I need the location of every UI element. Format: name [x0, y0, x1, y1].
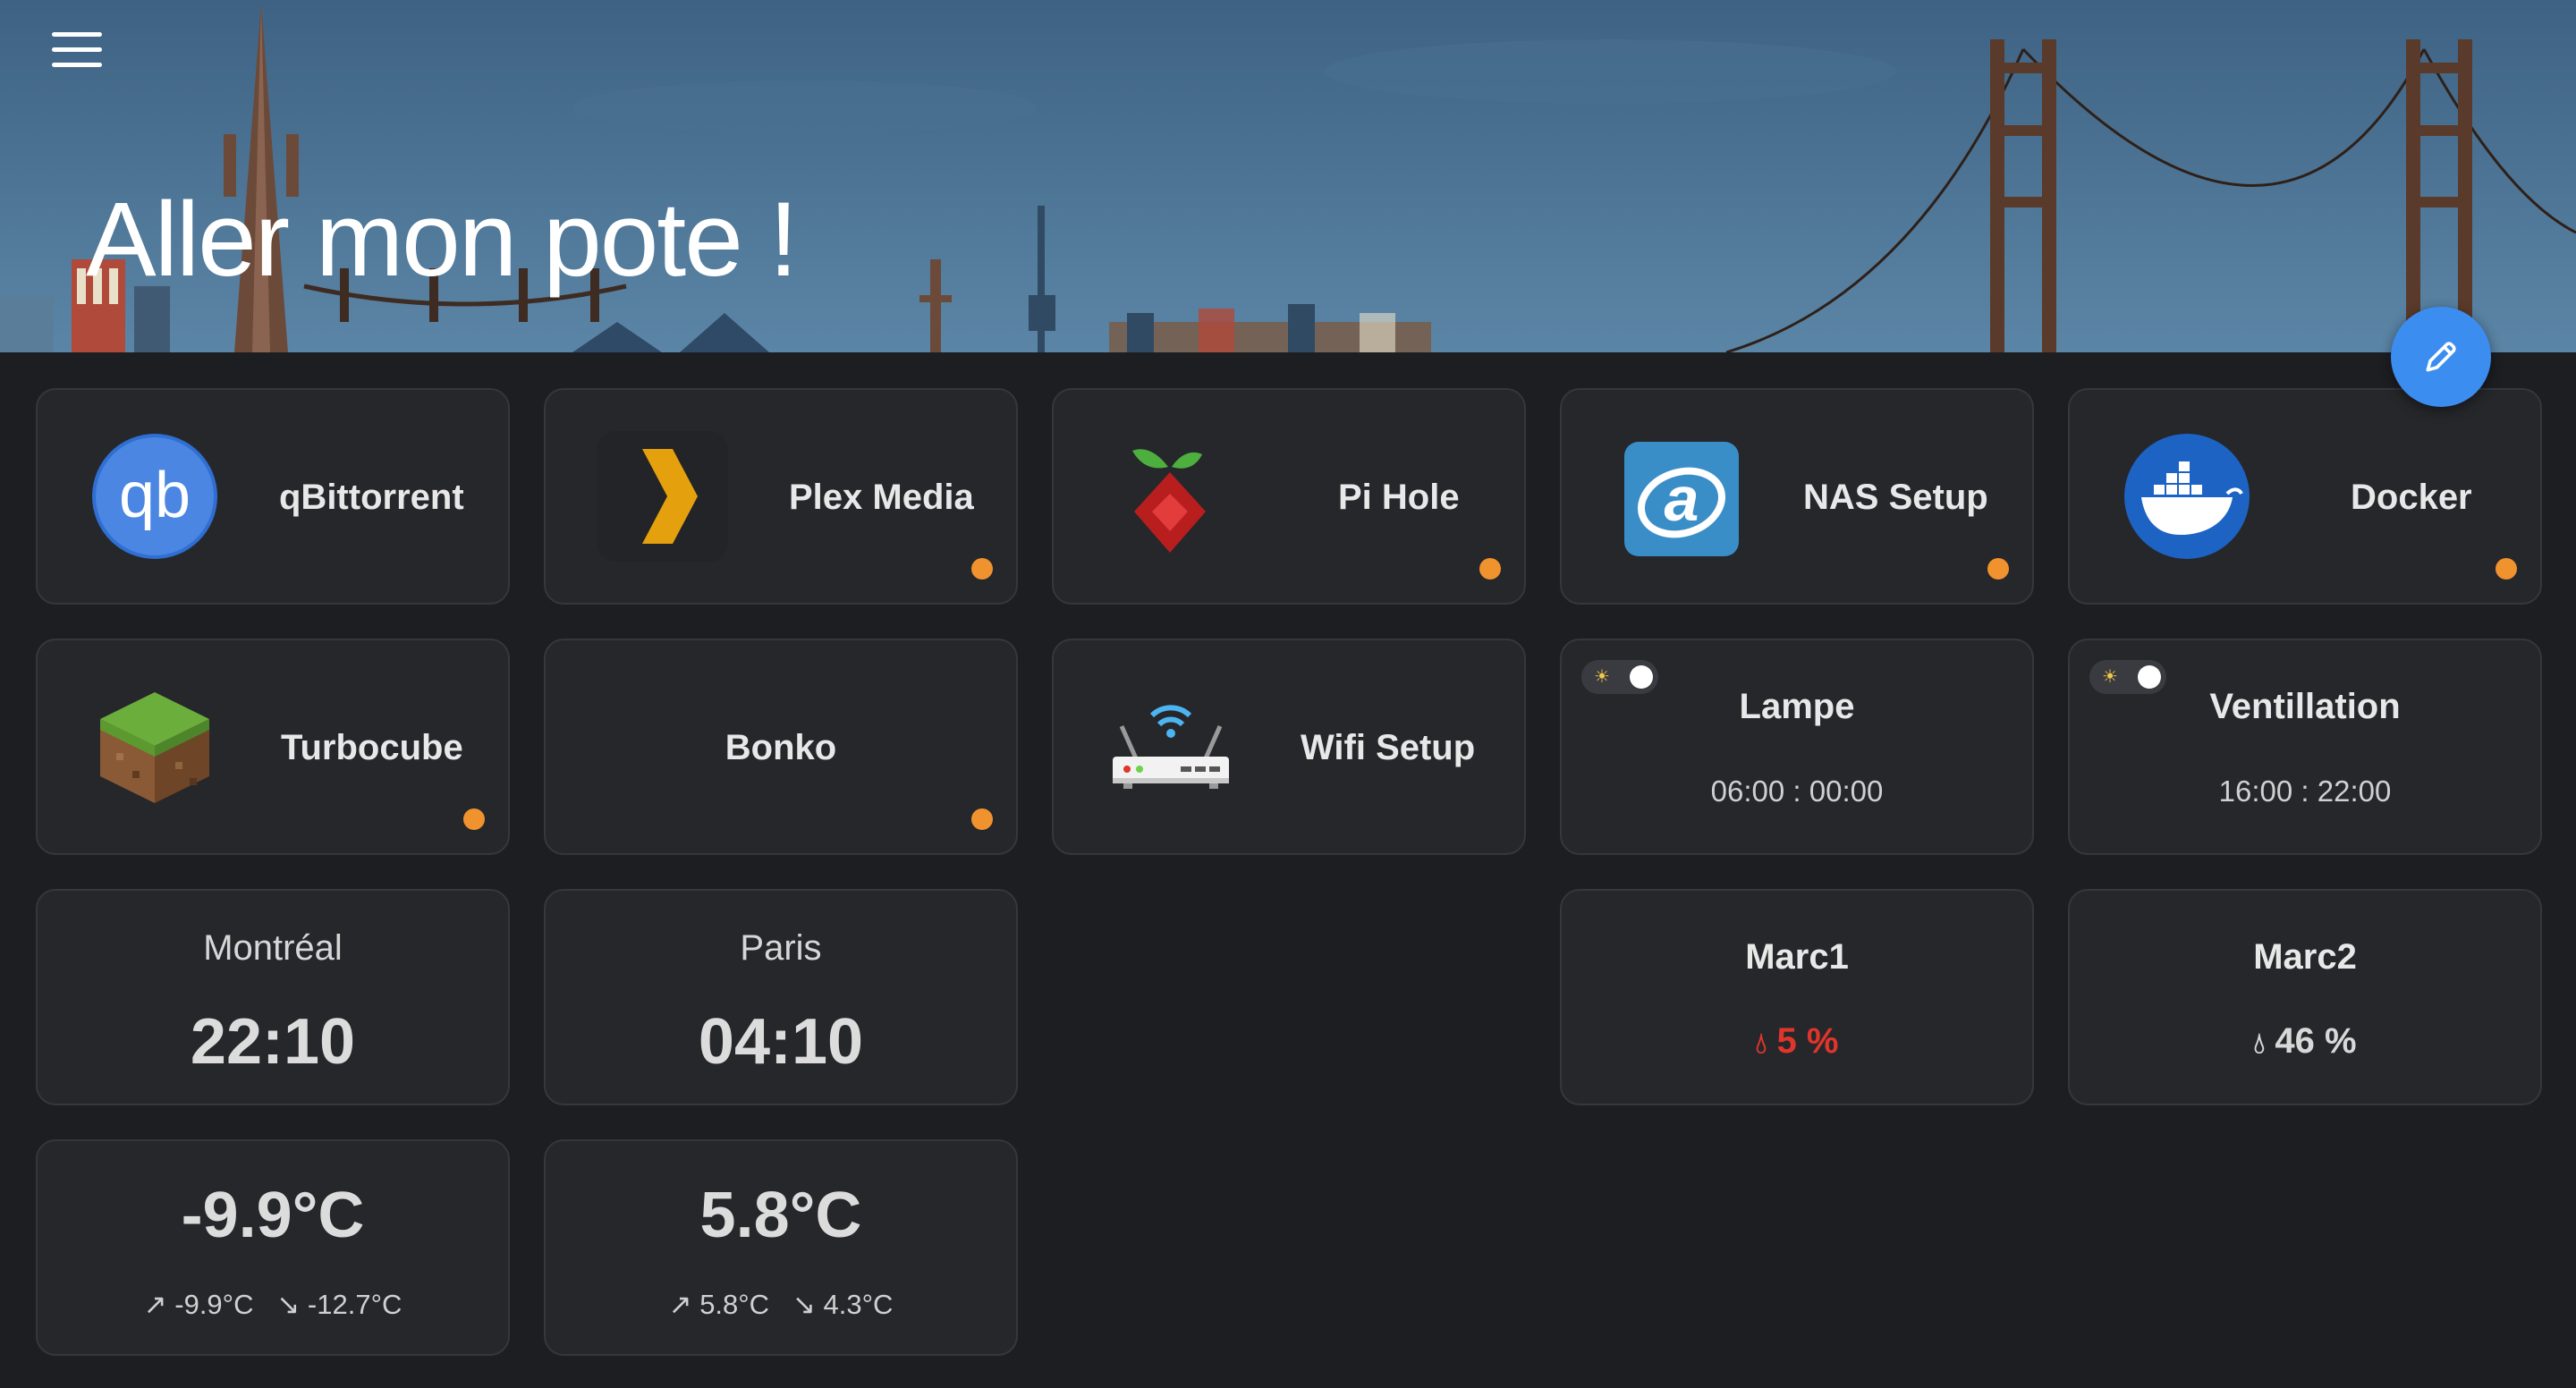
sun-icon: ☀ — [1594, 667, 1610, 687]
schedule-card-ventillation[interactable]: ☀ Ventillation 16:00 : 22:00 — [2068, 639, 2542, 855]
clock-city: Paris — [740, 928, 822, 968]
sensor-name: Marc1 — [1745, 937, 1849, 977]
weather-card-montreal: -9.9°C ↗ -9.9°C ↘ -12.7°C — [36, 1139, 510, 1356]
toggle-knob — [2138, 665, 2161, 689]
app-label: Bonko — [724, 728, 837, 767]
sensor-card-marc2: Marc2 💧︎ 46 % — [2068, 889, 2542, 1105]
arrow-down-right-icon: ↘ — [792, 1289, 816, 1320]
schedule-name: Lampe — [1739, 687, 1855, 726]
weather-minmax: ↗ 5.8°C ↘ 4.3°C — [546, 1289, 1016, 1321]
status-dot — [971, 558, 993, 580]
edit-button[interactable] — [2391, 307, 2491, 407]
schedule-time: 16:00 : 22:00 — [2218, 774, 2392, 808]
weather-minmax: ↗ -9.9°C ↘ -12.7°C — [38, 1289, 508, 1321]
app-label: Plex Media — [789, 478, 974, 517]
status-dot — [2496, 558, 2517, 580]
app-label: Pi Hole — [1338, 478, 1460, 517]
weather-low: -12.7°C — [307, 1289, 402, 1320]
nas-icon: a — [1624, 442, 1739, 556]
schedule-name: Ventillation — [2209, 687, 2401, 726]
clock-card-paris: Paris 04:10 — [544, 889, 1018, 1105]
weather-low: 4.3°C — [823, 1289, 894, 1320]
app-label: Docker — [2351, 478, 2472, 517]
docker-icon — [2124, 434, 2250, 559]
app-card-qbittorrent[interactable]: qb qBittorrent — [36, 388, 510, 605]
clock-time: 22:10 — [190, 1006, 356, 1078]
clock-time: 04:10 — [698, 1006, 864, 1078]
wifi-router-icon — [1113, 705, 1229, 789]
water-drop-icon: 💧︎ — [2253, 1027, 2266, 1059]
weather-card-paris: 5.8°C ↗ 5.8°C ↘ 4.3°C — [544, 1139, 1018, 1356]
weather-high: -9.9°C — [174, 1289, 254, 1320]
svg-text:qb: qb — [119, 460, 191, 531]
app-card-nas[interactable]: a NAS Setup — [1560, 388, 2034, 605]
sensor-card-marc1: Marc1 💧︎ 5 % — [1560, 889, 2034, 1105]
weather-temp: 5.8°C — [699, 1180, 862, 1251]
app-card-pihole[interactable]: Pi Hole — [1052, 388, 1526, 605]
sensor-value: 5 % — [1776, 1021, 1839, 1061]
app-label: qBittorrent — [279, 478, 464, 517]
arrow-up-right-icon: ↗ — [143, 1289, 167, 1320]
sensor-value: 46 % — [2275, 1021, 2357, 1061]
app-card-plex[interactable]: Plex Media — [544, 388, 1018, 605]
app-card-bonko[interactable]: Bonko — [544, 639, 1018, 855]
minecraft-block-icon — [100, 692, 209, 803]
weather-temp: -9.9°C — [181, 1180, 365, 1251]
schedule-time: 06:00 : 00:00 — [1710, 774, 1884, 808]
sensor-name: Marc2 — [2253, 937, 2357, 977]
svg-text:a: a — [1665, 464, 1699, 534]
app-label: NAS Setup — [1803, 478, 1988, 517]
status-dot — [1479, 558, 1501, 580]
status-dot — [971, 808, 993, 830]
pencil-edit-icon — [2426, 342, 2456, 372]
pihole-icon — [1132, 449, 1206, 553]
sun-icon: ☀ — [2102, 667, 2118, 687]
status-dot — [1987, 558, 2009, 580]
hamburger-menu-icon[interactable] — [52, 32, 102, 73]
clock-card-montreal: Montréal 22:10 — [36, 889, 510, 1105]
app-card-turbocube[interactable]: Turbocube — [36, 639, 510, 855]
arrow-down-right-icon: ↘ — [276, 1289, 301, 1320]
app-card-docker[interactable]: Docker — [2068, 388, 2542, 605]
header-banner: Aller mon pote ! — [0, 0, 2576, 352]
clock-city: Montréal — [203, 928, 343, 968]
water-drop-icon: 💧︎ — [1755, 1027, 1767, 1059]
weather-high: 5.8°C — [699, 1289, 770, 1320]
status-dot — [463, 808, 485, 830]
sensor-value-row: 💧︎ 46 % — [2070, 1021, 2540, 1062]
toggle-knob — [1630, 665, 1653, 689]
qbittorrent-icon: qb — [92, 434, 217, 559]
schedule-card-lampe[interactable]: ☀ Lampe 06:00 : 00:00 — [1560, 639, 2034, 855]
page-title: Aller mon pote ! — [86, 181, 798, 299]
app-card-wifi-setup[interactable]: Wifi Setup — [1052, 639, 1526, 855]
plex-icon — [597, 431, 728, 562]
app-label: Wifi Setup — [1301, 728, 1476, 767]
app-label: Turbocube — [281, 728, 463, 767]
sensor-value-row: 💧︎ 5 % — [1562, 1021, 2032, 1062]
arrow-up-right-icon: ↗ — [668, 1289, 692, 1320]
